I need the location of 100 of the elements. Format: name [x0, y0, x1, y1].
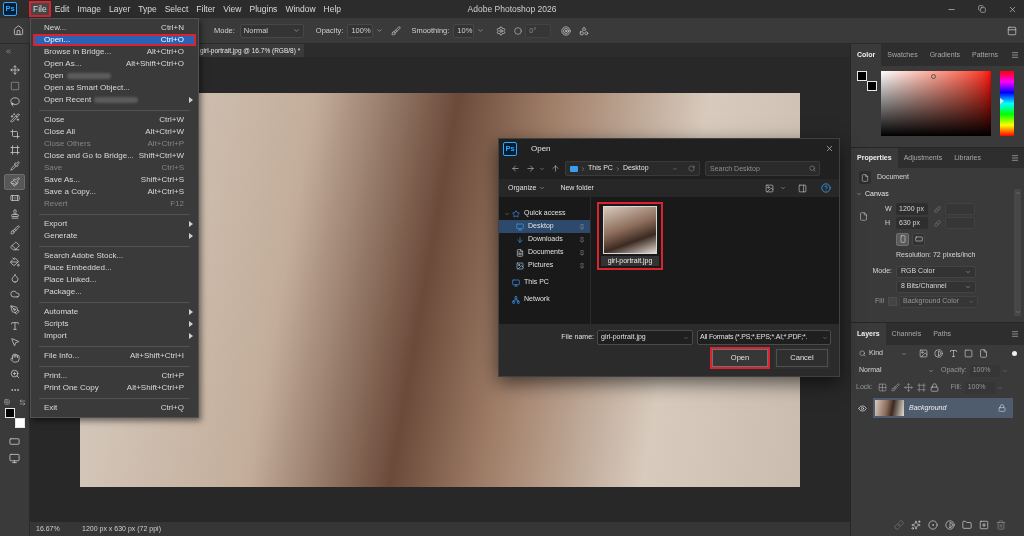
- menu-item[interactable]: Close Ctrl+W: [33, 114, 196, 126]
- menu-item[interactable]: Help: [319, 1, 346, 17]
- menu-icon[interactable]: [1011, 51, 1019, 59]
- menu-item[interactable]: Save As... Shift+Ctrl+S: [33, 174, 196, 186]
- tool-button[interactable]: [4, 174, 25, 190]
- brush-icon[interactable]: [391, 25, 402, 36]
- menu-item[interactable]: Browse in Bridge... Alt+Ctrl+O: [33, 46, 196, 58]
- background-swatch[interactable]: [15, 418, 25, 428]
- pane-icon[interactable]: [798, 183, 807, 193]
- menu-item[interactable]: Plugins: [245, 1, 282, 17]
- menu-item[interactable]: Open as Smart Object...: [33, 82, 196, 94]
- folder-icon[interactable]: [962, 520, 972, 530]
- panel-icon[interactable]: [1007, 25, 1017, 36]
- menu-icon[interactable]: [1011, 330, 1019, 338]
- square-icon[interactable]: [964, 349, 973, 358]
- menu-item[interactable]: Automate: [33, 306, 196, 318]
- half-circle-icon[interactable]: [934, 349, 943, 358]
- file-icon[interactable]: [979, 349, 988, 358]
- chevron-down-icon[interactable]: [376, 27, 384, 34]
- menu-item[interactable]: Layer: [105, 1, 135, 17]
- menu-item[interactable]: Import: [33, 330, 196, 342]
- square-plus-icon[interactable]: [979, 520, 989, 530]
- picture-icon[interactable]: [919, 349, 928, 358]
- text-t-icon[interactable]: [949, 349, 958, 358]
- circle-icon[interactable]: [514, 26, 523, 35]
- menu-item[interactable]: Close All Alt+Ctrl+W: [33, 126, 196, 138]
- menu-item[interactable]: Type: [134, 1, 161, 17]
- document-icon: [859, 211, 868, 221]
- menu-item[interactable]: Place Linked...: [33, 274, 196, 286]
- menu-item[interactable]: Save a Copy... Alt+Ctrl+S: [33, 186, 196, 198]
- refresh-icon[interactable]: [688, 165, 695, 172]
- lock-icon[interactable]: [929, 383, 939, 392]
- menu-item[interactable]: Open... Ctrl+O: [33, 34, 196, 46]
- menu-item[interactable]: Filter: [192, 1, 220, 17]
- picture-icon[interactable]: [765, 183, 774, 193]
- back-arrow-icon[interactable]: [511, 164, 520, 173]
- menu-item[interactable]: File Info... Alt+Shift+Ctrl+I: [33, 350, 196, 362]
- restore-icon[interactable]: [978, 5, 986, 13]
- half-circle-icon[interactable]: [945, 520, 955, 530]
- forward-arrow-icon[interactable]: [526, 164, 535, 173]
- menu-item[interactable]: Package...: [33, 286, 196, 298]
- monitor-icon: [516, 222, 524, 231]
- foreground-swatch[interactable]: [5, 408, 15, 418]
- menu-icon[interactable]: [1011, 154, 1019, 162]
- swap-arrows-icon[interactable]: [18, 399, 26, 406]
- grid-icon[interactable]: [3, 399, 10, 405]
- menu-item[interactable]: Window: [281, 1, 320, 17]
- menu-item[interactable]: Open Recent: [33, 94, 196, 106]
- monitor-icon[interactable]: [9, 453, 20, 464]
- orientation-button[interactable]: [896, 232, 909, 246]
- gear-icon[interactable]: [496, 25, 507, 36]
- menu-item[interactable]: Print One Copy Alt+Shift+Ctrl+P: [33, 382, 196, 394]
- rectangle-icon[interactable]: [9, 436, 20, 447]
- eye-icon[interactable]: [857, 403, 867, 413]
- up-arrow-icon[interactable]: [551, 164, 560, 173]
- document-icon: [859, 171, 871, 184]
- picture-icon: [516, 261, 524, 270]
- menu-item[interactable]: Open: [33, 70, 196, 82]
- menu-item[interactable]: Exit Ctrl+Q: [33, 402, 196, 414]
- shapes-icon[interactable]: [579, 25, 590, 36]
- scrollbar[interactable]: [1014, 189, 1021, 316]
- orientation-button[interactable]: [912, 232, 925, 246]
- menu-item[interactable]: New... Ctrl+N: [33, 22, 196, 34]
- sparkles-icon[interactable]: [911, 520, 921, 530]
- move-arrows-icon[interactable]: [903, 383, 913, 392]
- chevron-down-icon[interactable]: [539, 165, 545, 172]
- trash-icon[interactable]: [996, 520, 1006, 530]
- menu-item[interactable]: Place Embedded...: [33, 262, 196, 274]
- circle-dot-icon[interactable]: [928, 520, 938, 530]
- collapse-chevrons-icon[interactable]: [5, 47, 12, 55]
- menu-item[interactable]: Export: [33, 218, 196, 230]
- menu-item[interactable]: Scripts: [33, 318, 196, 330]
- close-icon[interactable]: [1008, 4, 1017, 14]
- chevron-down-icon[interactable]: [477, 27, 485, 34]
- brush-icon: [9, 177, 20, 187]
- hue-slider[interactable]: [1000, 71, 1014, 136]
- grid-icon[interactable]: [877, 383, 887, 392]
- help-icon[interactable]: [821, 183, 831, 193]
- paint-bucket-icon: [9, 257, 20, 267]
- foreground-swatch[interactable]: [857, 71, 867, 81]
- menu-item[interactable]: Search Adobe Stock...: [33, 250, 196, 262]
- brush-icon[interactable]: [890, 383, 900, 392]
- menu-item[interactable]: Image: [73, 1, 105, 17]
- home-icon[interactable]: [12, 25, 24, 36]
- background-swatch[interactable]: [867, 81, 877, 91]
- target-icon[interactable]: [561, 25, 572, 36]
- chevron-down-icon[interactable]: [780, 185, 786, 191]
- menu-item[interactable]: Edit: [50, 1, 74, 17]
- menu-item[interactable]: Generate: [33, 230, 196, 242]
- menu-item[interactable]: Print... Ctrl+P: [33, 370, 196, 382]
- menu-item[interactable]: Close and Go to Bridge... Shift+Ctrl+W: [33, 150, 196, 162]
- link-icon: [934, 219, 941, 227]
- color-field[interactable]: [881, 71, 991, 136]
- menu-item[interactable]: File: [29, 1, 51, 17]
- menu-item[interactable]: View: [219, 1, 246, 17]
- menu-item[interactable]: Open As... Alt+Shift+Ctrl+O: [33, 58, 196, 70]
- chevron-down-icon: [968, 298, 974, 305]
- close-icon[interactable]: [825, 144, 834, 153]
- menu-item[interactable]: Select: [160, 1, 193, 17]
- hash-icon[interactable]: [916, 383, 926, 392]
